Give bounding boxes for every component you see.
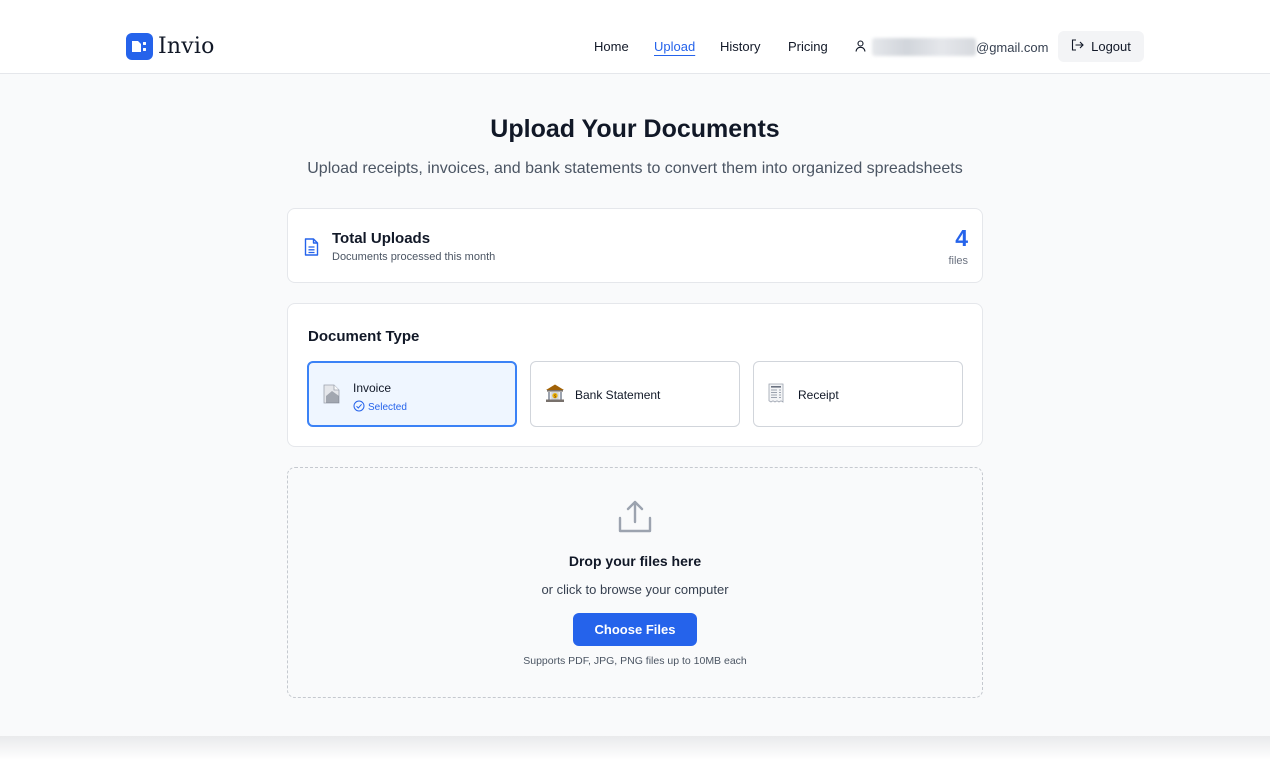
svg-text:$: $ <box>554 393 557 399</box>
page-subtitle: Upload receipts, invoices, and bank stat… <box>307 160 963 177</box>
nav-pricing[interactable]: Pricing <box>788 39 828 54</box>
bank-statement-label: Bank Statement <box>575 388 661 402</box>
selected-label: Selected <box>368 402 407 413</box>
stats-title: Total Uploads <box>332 230 431 247</box>
type-option-receipt[interactable]: Receipt <box>753 361 963 427</box>
page-title: Upload Your Documents <box>490 115 780 143</box>
bottom-shadow <box>0 736 1270 760</box>
nav-upload[interactable]: Upload <box>654 39 695 54</box>
user-account[interactable]: @gmail.com <box>855 38 1048 56</box>
type-option-invoice[interactable]: Invoice Selected <box>307 361 517 427</box>
dropzone-title: Drop your files here <box>568 553 702 569</box>
dropzone-subtitle: or click to browse your computer <box>541 582 729 597</box>
total-uploads-card: Total Uploads Documents processed this m… <box>287 208 983 283</box>
invoice-icon <box>323 384 341 409</box>
check-circle-icon <box>353 400 365 415</box>
document-icon <box>304 238 319 261</box>
receipt-icon <box>768 383 784 408</box>
uploads-count: 4 <box>955 225 968 251</box>
document-type-title: Document Type <box>308 328 420 345</box>
file-dropzone[interactable]: Drop your files here or click to browse … <box>287 467 983 698</box>
nav-history[interactable]: History <box>720 39 760 54</box>
document-type-card: Document Type Invoice Selected $ Bank St… <box>287 303 983 447</box>
upload-icon <box>617 498 653 539</box>
nav-home[interactable]: Home <box>594 39 629 54</box>
logout-button[interactable]: Logout <box>1058 31 1144 62</box>
user-email: @gmail.com <box>976 39 1049 55</box>
invoice-label: Invoice <box>353 381 392 395</box>
choose-files-button[interactable]: Choose Files <box>573 613 697 646</box>
logout-label: Logout <box>1091 39 1131 54</box>
top-navbar: Invio Home Upload History Pricing @gmail… <box>0 0 1270 74</box>
redacted-email-prefix <box>872 38 976 56</box>
uploads-unit: files <box>948 255 968 267</box>
selected-status: Selected <box>353 400 407 415</box>
type-option-bank-statement[interactable]: $ Bank Statement <box>530 361 740 427</box>
dropzone-note: Supports PDF, JPG, PNG files up to 10MB … <box>523 655 747 667</box>
user-icon <box>855 39 866 55</box>
logout-icon <box>1071 39 1084 54</box>
receipt-label: Receipt <box>798 388 839 402</box>
stats-description: Documents processed this month <box>332 251 496 263</box>
bank-icon: $ <box>545 383 565 408</box>
